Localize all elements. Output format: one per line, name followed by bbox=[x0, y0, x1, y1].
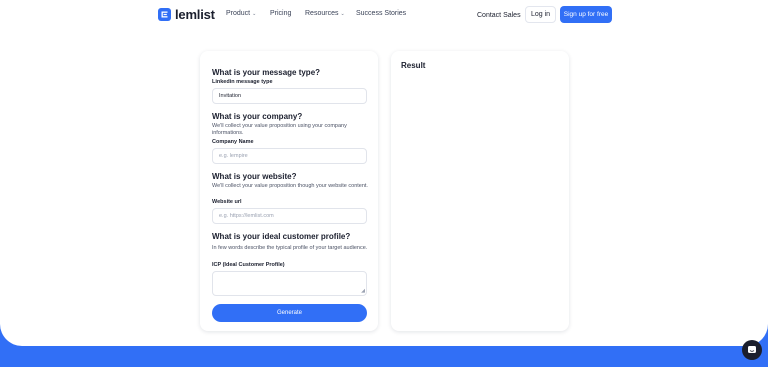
website-url-label: Website url bbox=[212, 199, 242, 205]
icp-textarea[interactable] bbox=[212, 271, 367, 296]
website-title: What is your website? bbox=[212, 172, 297, 181]
chevron-down-icon: ⌄ bbox=[340, 10, 345, 17]
brand-name: lemlist bbox=[175, 7, 215, 22]
nav-item-product[interactable]: Product ⌄ bbox=[226, 10, 256, 17]
website-description: We'll collect your value proposition tho… bbox=[212, 183, 368, 189]
nav-item-label: Pricing bbox=[270, 10, 292, 17]
message-type-label: Linkedin message type bbox=[212, 79, 273, 85]
icp-title: What is your ideal customer profile? bbox=[212, 232, 351, 241]
login-button[interactable]: Log in bbox=[525, 6, 556, 23]
company-title: What is your company? bbox=[212, 112, 303, 121]
chat-icon[interactable] bbox=[742, 340, 762, 360]
icp-label: ICP (Ideal Customer Profile) bbox=[212, 262, 285, 268]
message-type-title: What is your message type? bbox=[212, 68, 321, 77]
nav-item-label: Success Stories bbox=[356, 10, 407, 17]
website-url-input[interactable] bbox=[212, 208, 367, 224]
message-type-select[interactable] bbox=[212, 88, 367, 104]
nav-item-label: Resources bbox=[305, 10, 339, 17]
company-name-label: Company Name bbox=[212, 139, 254, 145]
nav-item-success-stories[interactable]: Success Stories bbox=[356, 10, 406, 17]
icp-description: In few words describe the typical profil… bbox=[212, 245, 368, 251]
company-description: We'll collect your value proposition usi… bbox=[212, 123, 347, 136]
page-surface bbox=[0, 0, 768, 346]
generate-button[interactable]: Generate bbox=[212, 304, 367, 322]
lemlist-logo-icon bbox=[158, 8, 171, 21]
top-navigation: lemlist Product ⌄ Pricing Resources ⌄ Su… bbox=[0, 0, 768, 30]
message-form-card: What is your message type? Linkedin mess… bbox=[200, 51, 378, 331]
chevron-down-icon: ⌄ bbox=[252, 10, 257, 17]
nav-item-pricing[interactable]: Pricing bbox=[270, 10, 291, 17]
signup-button[interactable]: Sign up for free bbox=[560, 6, 612, 23]
result-title: Result bbox=[401, 61, 426, 70]
contact-sales-button[interactable]: Contact Sales bbox=[470, 7, 528, 23]
icp-textarea-wrap: ◢ bbox=[200, 271, 378, 296]
result-card: Result bbox=[391, 51, 569, 331]
nav-item-label: Product bbox=[226, 10, 251, 17]
resize-handle-icon[interactable]: ◢ bbox=[361, 289, 365, 294]
nav-item-resources[interactable]: Resources ⌄ bbox=[305, 10, 345, 17]
company-name-input[interactable] bbox=[212, 148, 367, 164]
brand-logo[interactable]: lemlist bbox=[158, 7, 215, 22]
